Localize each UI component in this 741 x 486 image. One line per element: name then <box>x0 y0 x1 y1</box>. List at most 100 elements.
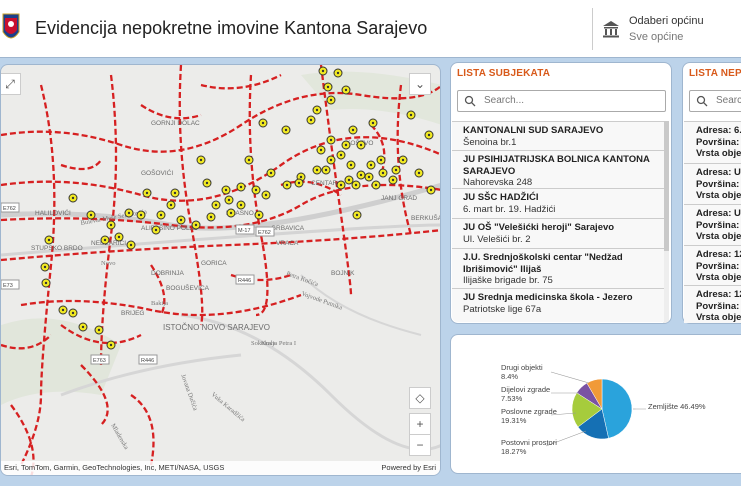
place-label: STUPSKO BRDO <box>31 245 83 252</box>
road-line <box>1 183 440 229</box>
property-marker-dot <box>71 311 75 315</box>
real-estate-address: Adresa: 12 <box>696 249 741 260</box>
property-marker-dot <box>61 308 65 312</box>
municipality-selector-label[interactable]: Odaberi općinu <box>629 15 704 27</box>
zoom-in-button[interactable]: + <box>409 413 431 435</box>
real-estate-type: Vrsta objek <box>696 231 741 242</box>
property-marker-dot <box>159 213 163 217</box>
property-marker-dot <box>117 235 121 239</box>
place-label: DOBRINJA <box>151 270 185 277</box>
real-estate-list-item[interactable]: Adresa: 6. Površina: Vrsta objek <box>684 121 741 163</box>
attribution-text: Esri, TomTom, Garmin, GeoTechnologies, I… <box>4 463 225 472</box>
subjects-search-input[interactable]: Search... <box>457 90 666 112</box>
real-estate-type: Vrsta objek <box>696 312 741 323</box>
place-label: GORICA <box>201 260 227 267</box>
map-view[interactable]: HALILOVIĆI STUPSKO BRDO NEDŽARIĆI ALIPAŠINO… <box>0 64 441 476</box>
subject-list-item[interactable]: KANTONALNI SUD SARAJEVO Šenoina br.1 <box>452 121 664 150</box>
property-marker-dot <box>391 178 395 182</box>
property-marker-dot <box>297 181 301 185</box>
app-header: Evidencija nepokretne imovine Kantona Sa… <box>0 0 741 58</box>
map-canvas[interactable]: HALILOVIĆISTUPSKO BRDONEDŽARIĆIALIPAŠINO… <box>1 65 441 476</box>
real-estate-list-item[interactable]: Adresa: Ul Površina: Vrsta objek <box>684 163 741 204</box>
slice-percent: 46.49% <box>680 402 706 411</box>
coat-of-arms-icon <box>2 13 20 39</box>
property-marker-dot <box>129 243 133 247</box>
subject-list-item[interactable]: J.U. Srednjoškolski centar "Nedžad Ibriš… <box>452 248 664 288</box>
property-marker-dot <box>429 188 433 192</box>
chevron-down-icon[interactable]: ⌄ <box>409 73 431 95</box>
zoom-out-button[interactable]: − <box>409 434 431 456</box>
subject-list-item[interactable]: JU SŠC HADŽIĆI 6. mart br. 19. Hadžići <box>452 188 664 218</box>
property-marker-dot <box>329 158 333 162</box>
property-marker-dot <box>205 181 209 185</box>
subject-address: 6. mart br. 19. Hadžići <box>463 203 556 215</box>
property-marker-dot <box>47 238 51 242</box>
property-marker-dot <box>379 158 383 162</box>
real-estate-search-input[interactable]: Search <box>689 90 741 112</box>
property-marker-dot <box>394 168 398 172</box>
property-marker-dot <box>409 113 413 117</box>
property-marker-dot <box>145 191 149 195</box>
subject-name: J.U. Srednjoškolski centar "Nedžad Ibriš… <box>463 252 623 275</box>
map-tool-button[interactable]: ⤢ <box>1 73 21 95</box>
property-marker-dot <box>355 213 359 217</box>
place-label: GRBAVICA <box>271 225 305 232</box>
property-marker-dot <box>315 168 319 172</box>
property-marker-dot <box>239 185 243 189</box>
road-label: Sokolova <box>251 340 276 347</box>
road-label: Petra Kočića <box>285 270 319 288</box>
slice-percent: 18.27% <box>501 447 527 456</box>
road-label: Vuka Karadžića <box>210 391 246 423</box>
property-marker-dot <box>369 163 373 167</box>
subject-address: Šenoina br.1 <box>463 136 517 148</box>
road-label: Novo <box>101 260 115 267</box>
property-marker-dot <box>329 138 333 142</box>
road-shield-label: E762 <box>3 206 16 212</box>
subject-name: KANTONALNI SUD SARAJEVO <box>463 125 604 136</box>
building-icon[interactable] <box>602 20 620 38</box>
search-icon <box>696 95 708 107</box>
place-label: GOŠOVIĆI <box>141 168 173 177</box>
property-marker-dot <box>264 193 268 197</box>
slice-percent: 19.31% <box>501 416 527 425</box>
property-marker-dot <box>209 215 213 219</box>
place-label: BRIJEG <box>121 310 144 317</box>
property-marker-dot <box>315 108 319 112</box>
place-label: ALIPAŠINO POLJE <box>141 223 198 232</box>
property-marker-dot <box>199 158 203 162</box>
road-line <box>60 159 102 171</box>
subject-list-item[interactable]: JU OŠ "Velešićki heroji" Sarajevo Ul. Ve… <box>452 218 664 248</box>
property-marker-dot <box>179 218 183 222</box>
road-line <box>200 73 282 90</box>
pie-label-poslovne-zgrade: Poslovne zgrade 19.31% <box>501 407 557 425</box>
road-line <box>140 104 202 120</box>
slice-percent: 7.53% <box>501 394 523 403</box>
slice-name: Poslovne zgrade <box>501 407 557 416</box>
place-label: BOGUŠEVICA <box>166 283 210 292</box>
property-marker-dot <box>227 198 231 202</box>
powered-by-esri[interactable]: Powered by Esri <box>381 461 436 475</box>
municipality-selector-value[interactable]: Sve općine <box>629 31 683 43</box>
property-marker-dot <box>359 173 363 177</box>
real-estate-address: Adresa: Ul <box>696 167 741 178</box>
real-estate-list-item[interactable]: Adresa: Ul Površina: Vrsta objek <box>684 204 741 245</box>
property-marker-dot <box>269 171 273 175</box>
property-marker-dot <box>427 133 431 137</box>
real-estate-list-item[interactable]: Adresa: 12 Površina: Vrsta objek <box>684 285 741 323</box>
locate-icon[interactable]: ◇ <box>409 387 431 409</box>
subject-list-item[interactable]: JU Srednja medicinska škola - Jezero Pat… <box>452 288 664 322</box>
subject-list-item[interactable]: JU PSIHIJATRIJSKA BOLNICA KANTONA SARAJE… <box>452 150 664 188</box>
subject-name: JU OŠ "Velešićki heroji" Sarajevo <box>463 222 615 233</box>
property-marker-dot <box>257 213 261 217</box>
property-marker-dot <box>349 163 353 167</box>
slice-name: Postovni prostori <box>501 438 557 447</box>
property-marker-dot <box>239 203 243 207</box>
subject-name: JU Srednja medicinska škola - Jezero <box>463 292 633 303</box>
real-estate-list-item[interactable]: Adresa: 12 Površina: Vrsta objek <box>684 245 741 285</box>
property-marker-dot <box>339 183 343 187</box>
property-marker-dot <box>321 69 325 73</box>
subject-address: Patriotske lige 67a <box>463 303 542 315</box>
property-marker-dot <box>344 143 348 147</box>
property-marker-dot <box>214 203 218 207</box>
property-marker-dot <box>247 158 251 162</box>
